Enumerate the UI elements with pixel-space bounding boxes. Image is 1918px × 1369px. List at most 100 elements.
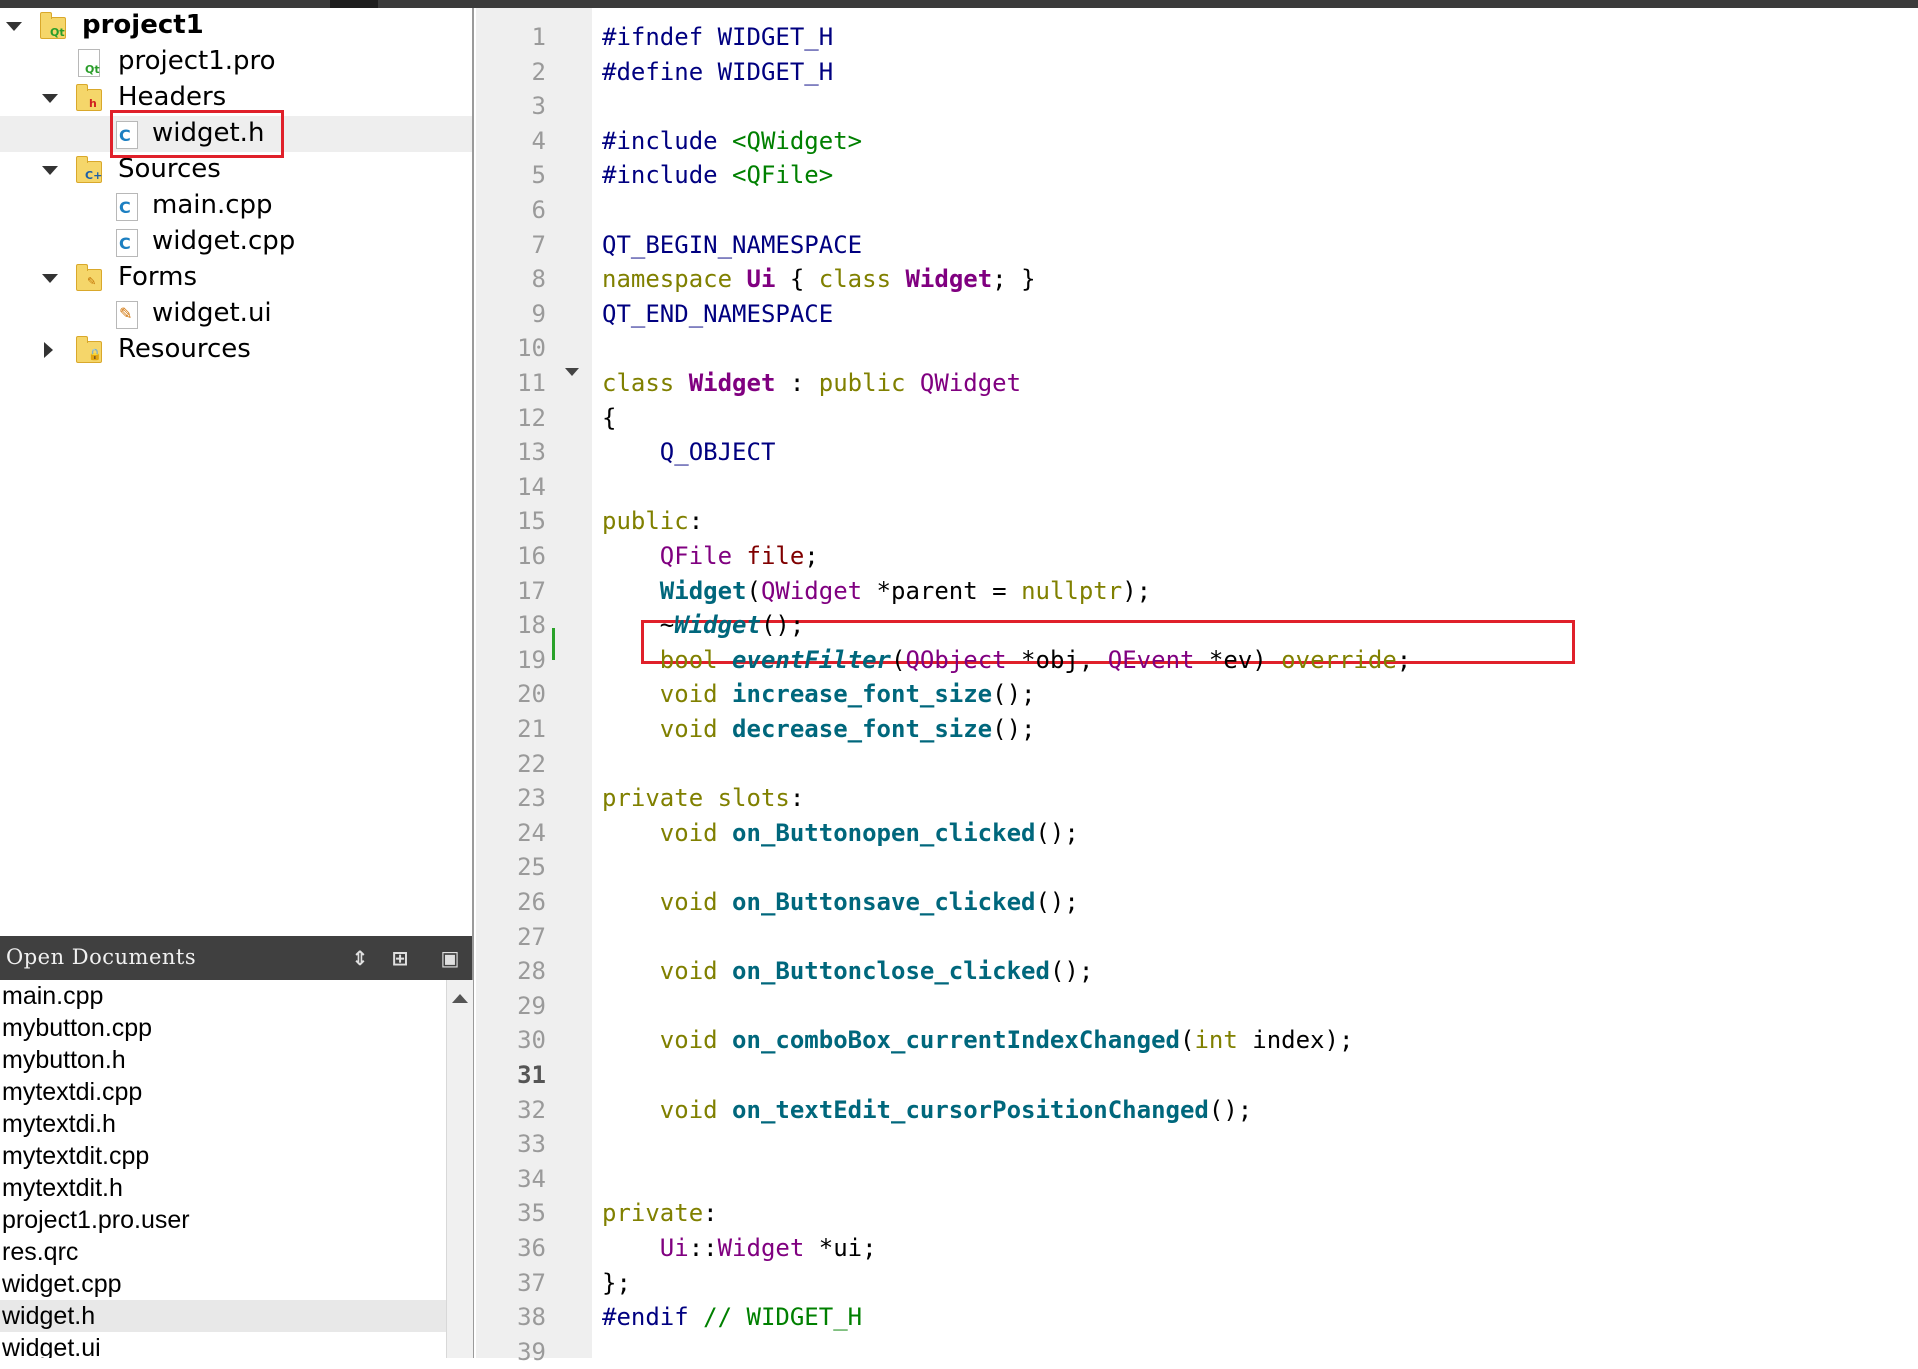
- tree-item-label: widget.cpp: [152, 226, 296, 256]
- code-line: class Widget : public QWidget: [602, 366, 1021, 400]
- code-token: #define WIDGET_H: [602, 57, 834, 86]
- code-token: QWidget: [760, 576, 863, 605]
- open-document-item[interactable]: mytextdit.h: [0, 1172, 446, 1204]
- code-token: ();: [992, 715, 1036, 743]
- code-line: Widget(QWidget *parent = nullptr);: [602, 574, 1151, 608]
- tree-item-widget-cpp[interactable]: C widget.cpp: [0, 224, 472, 260]
- line-number: 37: [517, 1268, 546, 1297]
- code-token: on_Buttonopen_clicked: [732, 818, 1036, 847]
- change-marker: [552, 628, 555, 660]
- code-line: void on_Buttonclose_clicked();: [602, 954, 1094, 988]
- line-number: 4: [531, 126, 546, 155]
- open-document-item[interactable]: mytextdi.h: [0, 1108, 446, 1140]
- line-number: 31: [517, 1061, 546, 1089]
- code-token: {: [775, 265, 819, 294]
- code-token: void: [659, 818, 718, 847]
- code-token: ~: [602, 611, 675, 640]
- open-document-item[interactable]: mytextdi.cpp: [0, 1076, 446, 1108]
- code-token: #endif: [602, 1303, 704, 1332]
- code-token: QT_END_NAMESPACE: [602, 299, 834, 328]
- code-token: increase_font_size: [732, 680, 993, 709]
- open-document-item[interactable]: res.qrc: [0, 1236, 446, 1268]
- ui-file-icon: ✎: [116, 301, 138, 329]
- collapse-arrow-icon[interactable]: [6, 22, 22, 31]
- tree-item-label: Forms: [118, 262, 198, 292]
- code-token: int: [1194, 1026, 1238, 1055]
- tree-item-widget-ui[interactable]: ✎ widget.ui: [0, 296, 472, 332]
- code-token: };: [602, 1268, 631, 1297]
- collapse-arrow-icon[interactable]: [42, 166, 58, 175]
- open-document-item[interactable]: widget.cpp: [0, 1268, 446, 1300]
- code-line: #include <QWidget>: [602, 124, 862, 158]
- active-tab-marker: [330, 0, 378, 8]
- tree-item-project1-pro[interactable]: Qt project1.pro: [0, 44, 472, 80]
- code-token: QT_BEGIN_NAMESPACE: [602, 230, 863, 259]
- split-view-icon[interactable]: ⊞: [386, 944, 414, 972]
- line-number: 36: [517, 1234, 546, 1262]
- code-line: QT_END_NAMESPACE: [602, 297, 833, 331]
- code-token: class: [602, 369, 689, 397]
- code-token: Widget: [659, 576, 747, 605]
- code-token: :: [688, 507, 704, 536]
- close-pane-icon[interactable]: ▣: [436, 944, 464, 972]
- code-line: {: [602, 401, 616, 435]
- tree-item-project1[interactable]: Qt project1: [0, 8, 472, 44]
- fold-marker-icon[interactable]: [565, 368, 579, 376]
- code-token: :: [789, 784, 805, 813]
- sort-updown-icon[interactable]: ⇕: [346, 944, 374, 972]
- code-token: *parent =: [862, 576, 1022, 605]
- code-token: void: [659, 1026, 718, 1055]
- expand-arrow-icon[interactable]: [44, 342, 53, 358]
- code-token: file: [746, 542, 805, 570]
- open-document-item[interactable]: mytextdit.cpp: [0, 1140, 446, 1172]
- code-token: *obj,: [1006, 645, 1108, 674]
- open-documents-list: main.cpp mybutton.cpp mybutton.h mytextd…: [0, 980, 446, 1358]
- open-documents-scrollbar[interactable]: [446, 980, 473, 1358]
- open-document-item[interactable]: mybutton.h: [0, 1044, 446, 1076]
- code-token: // WIDGET_H: [703, 1303, 863, 1332]
- open-document-item[interactable]: mybutton.cpp: [0, 1012, 446, 1044]
- code-token: ();: [1208, 1095, 1253, 1124]
- open-document-item[interactable]: main.cpp: [0, 980, 446, 1012]
- line-number: 38: [517, 1303, 546, 1332]
- code-token: Ui: [659, 1234, 689, 1262]
- window-top-strip: [0, 0, 1918, 8]
- scroll-up-icon[interactable]: [452, 994, 468, 1003]
- line-number: 20: [517, 680, 546, 709]
- code-token: :: [775, 369, 819, 397]
- code-token: Widget: [905, 265, 993, 294]
- code-token: decrease_font_size: [732, 715, 993, 743]
- open-document-item[interactable]: project1.pro.user: [0, 1204, 446, 1236]
- code-token: ::: [688, 1234, 718, 1262]
- tree-item-label: widget.ui: [152, 298, 272, 328]
- open-document-item[interactable]: widget.ui: [0, 1332, 446, 1358]
- cpp-file-icon: C: [116, 229, 138, 257]
- tree-item-resources[interactable]: 🔒 Resources: [0, 332, 472, 368]
- collapse-arrow-icon[interactable]: [42, 274, 58, 283]
- code-token: QObject: [905, 645, 1007, 674]
- line-number: 35: [517, 1199, 546, 1228]
- forms-folder-icon: ✎: [76, 264, 102, 291]
- collapse-arrow-icon[interactable]: [42, 94, 58, 103]
- open-document-item-current[interactable]: widget.h: [0, 1300, 446, 1332]
- code-token: *ev): [1194, 645, 1282, 674]
- tree-item-label: main.cpp: [152, 190, 273, 220]
- code-line: Q_OBJECT: [602, 435, 776, 469]
- line-number: 1: [531, 23, 546, 51]
- code-token: QFile: [659, 542, 733, 570]
- code-token: {: [602, 403, 617, 432]
- code-line: ~Widget();: [602, 608, 805, 642]
- resources-folder-icon: 🔒: [76, 336, 102, 363]
- code-line: bool eventFilter(QObject *obj, QEvent *e…: [602, 643, 1411, 677]
- tree-item-main-cpp[interactable]: C main.cpp: [0, 188, 472, 224]
- code-line: #define WIDGET_H: [602, 55, 833, 89]
- tree-item-forms[interactable]: ✎ Forms: [0, 260, 472, 296]
